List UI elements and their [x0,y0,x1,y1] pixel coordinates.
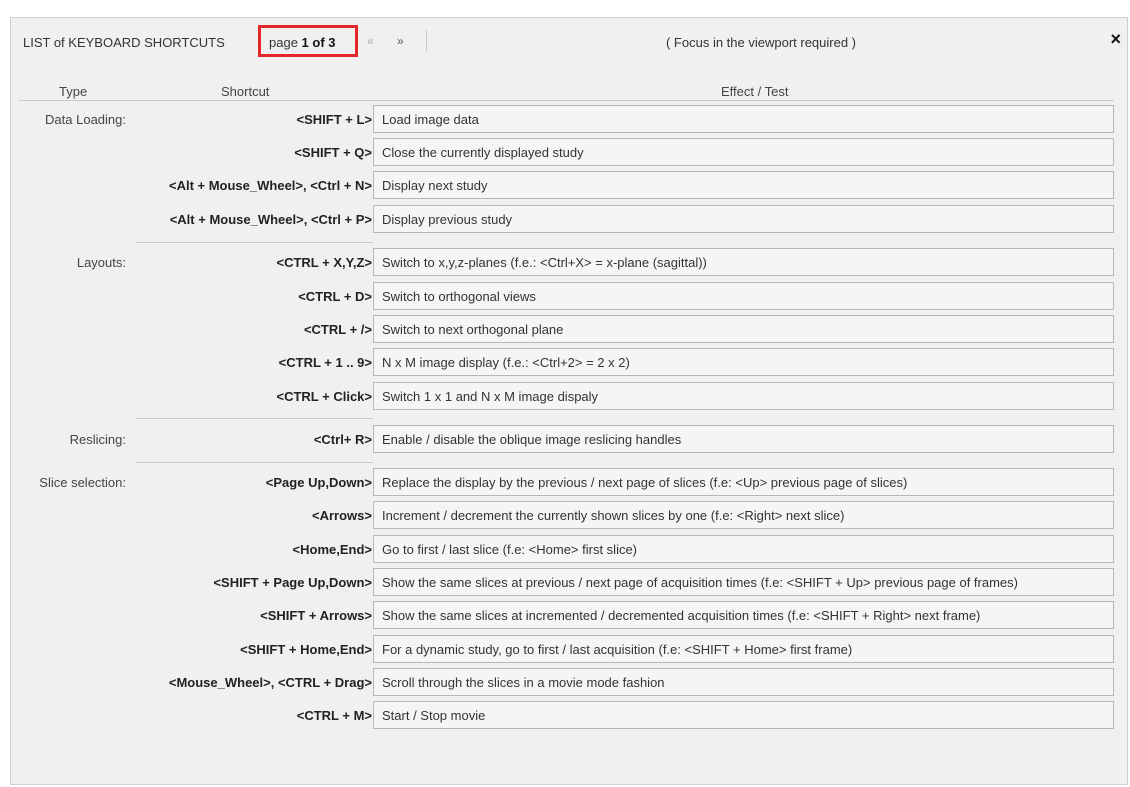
row-type-label: Reslicing: [69,432,126,447]
row-shortcut: <SHIFT + Q> [294,145,372,160]
row-effect-field[interactable]: Display next study [373,171,1114,199]
row-shortcut: <Home,End> [292,542,372,557]
shortcuts-dialog: LIST of KEYBOARD SHORTCUTS page 1 of 3 «… [10,17,1128,785]
previous-page-button[interactable]: « [367,34,374,48]
column-header-shortcut: Shortcut [221,84,270,99]
row-shortcut: <Mouse_Wheel>, <CTRL + Drag> [168,675,372,690]
table-row: <CTRL + Click> Switch 1 x 1 and N x M ima… [11,380,1129,411]
row-effect-field[interactable]: Switch to next orthogonal plane [373,315,1114,343]
row-effect-field[interactable]: Display previous study [373,205,1114,233]
dialog-title: LIST of KEYBOARD SHORTCUTS [23,35,225,50]
page-value: 1 of 3 [301,35,336,50]
row-effect-field[interactable]: Switch to orthogonal views [373,282,1114,310]
table-row: <CTRL + D> Switch to orthogonal views [11,280,1129,311]
table-row: Data Loading: <SHIFT + L> Load image data [11,103,1129,134]
column-header-effect: Effect / Test [721,84,789,99]
next-page-button[interactable]: » [397,34,404,48]
table-row: <CTRL + M> Start / Stop movie [11,699,1129,730]
row-shortcut: <Arrows> [312,508,372,523]
table-row: <SHIFT + Home,End> For a dynamic study, g… [11,633,1129,664]
table-row: <SHIFT + Q> Close the currently displayed… [11,136,1129,167]
row-shortcut: <Alt + Mouse_Wheel>, <Ctrl + P> [169,212,372,227]
row-effect-field[interactable]: Go to first / last slice (f.e: <Home> fi… [373,535,1114,563]
row-shortcut: <Page Up,Down> [265,475,372,490]
close-icon[interactable]: × [1110,30,1121,48]
page-indicator: page 1 of 3 [269,35,336,50]
row-effect-field[interactable]: Enable / disable the oblique image resli… [373,425,1114,453]
dialog-header: LIST of KEYBOARD SHORTCUTS page 1 of 3 «… [11,18,1127,66]
row-shortcut: <SHIFT + L> [296,112,373,127]
row-effect-field[interactable]: N x M image display (f.e.: <Ctrl+2> = 2 … [373,348,1114,376]
row-effect-field[interactable]: Show the same slices at previous / next … [373,568,1114,596]
column-header-type: Type [59,84,88,99]
row-effect-field[interactable]: Show the same slices at incremented / de… [373,601,1114,629]
row-shortcut: <CTRL + 1 .. 9> [278,355,372,370]
row-effect-field[interactable]: For a dynamic study, go to first / last … [373,635,1114,663]
table-row: <Mouse_Wheel>, <CTRL + Drag> Scroll throu… [11,666,1129,697]
header-divider [19,100,1114,101]
table-row: <Alt + Mouse_Wheel>, <Ctrl + N> Display n… [11,169,1129,200]
row-effect-field[interactable]: Replace the display by the previous / ne… [373,468,1114,496]
group-divider [136,418,373,419]
row-effect-field[interactable]: Scroll through the slices in a movie mod… [373,668,1114,696]
table-row: Reslicing: <Ctrl+ R> Enable / disable the … [11,423,1129,454]
page-prefix: page [269,35,298,50]
group-divider [136,462,373,463]
row-shortcut: <SHIFT + Arrows> [260,608,372,623]
row-shortcut: <CTRL + M> [296,708,372,723]
table-row: <Arrows> Increment / decrement the curren… [11,499,1129,530]
table-row: <Alt + Mouse_Wheel>, <Ctrl + P> Display p… [11,203,1129,234]
focus-note: ( Focus in the viewport required ) [665,35,857,50]
row-type-label: Layouts: [76,255,126,270]
table-row: Layouts: <CTRL + X,Y,Z> Switch to x,y,z-pl… [11,246,1129,277]
table-row: <Home,End> Go to first / last slice (f.e:… [11,533,1129,564]
row-effect-field[interactable]: Close the currently displayed study [373,138,1114,166]
row-effect-field[interactable]: Load image data [373,105,1114,133]
row-shortcut: <CTRL + X,Y,Z> [276,255,373,270]
header-separator [426,30,427,52]
table-row: Slice selection: <Page Up,Down> Replace th… [11,466,1129,497]
group-divider [136,242,373,243]
table-row: <CTRL + /> Switch to next orthogonal plan… [11,313,1129,344]
row-shortcut: <CTRL + Click> [276,389,373,404]
table-row: <SHIFT + Page Up,Down> Show the same slic… [11,566,1129,597]
row-effect-field[interactable]: Start / Stop movie [373,701,1114,729]
row-effect-field[interactable]: Switch to x,y,z-planes (f.e.: <Ctrl+X> =… [373,248,1114,276]
row-type-label: Slice selection: [39,475,126,490]
row-shortcut: <SHIFT + Page Up,Down> [213,575,372,590]
row-type-label: Data Loading: [45,112,126,127]
table-row: <CTRL + 1 .. 9> N x M image display (f.e.… [11,346,1129,377]
row-shortcut: <CTRL + D> [298,289,372,304]
row-shortcut: <CTRL + /> [303,322,372,337]
row-shortcut: <Alt + Mouse_Wheel>, <Ctrl + N> [168,178,372,193]
table-row: <SHIFT + Arrows> Show the same slices at … [11,599,1129,630]
row-effect-field[interactable]: Switch 1 x 1 and N x M image dispaly [373,382,1114,410]
row-effect-field[interactable]: Increment / decrement the currently show… [373,501,1114,529]
row-shortcut: <SHIFT + Home,End> [240,642,372,657]
row-shortcut: <Ctrl+ R> [313,432,372,447]
